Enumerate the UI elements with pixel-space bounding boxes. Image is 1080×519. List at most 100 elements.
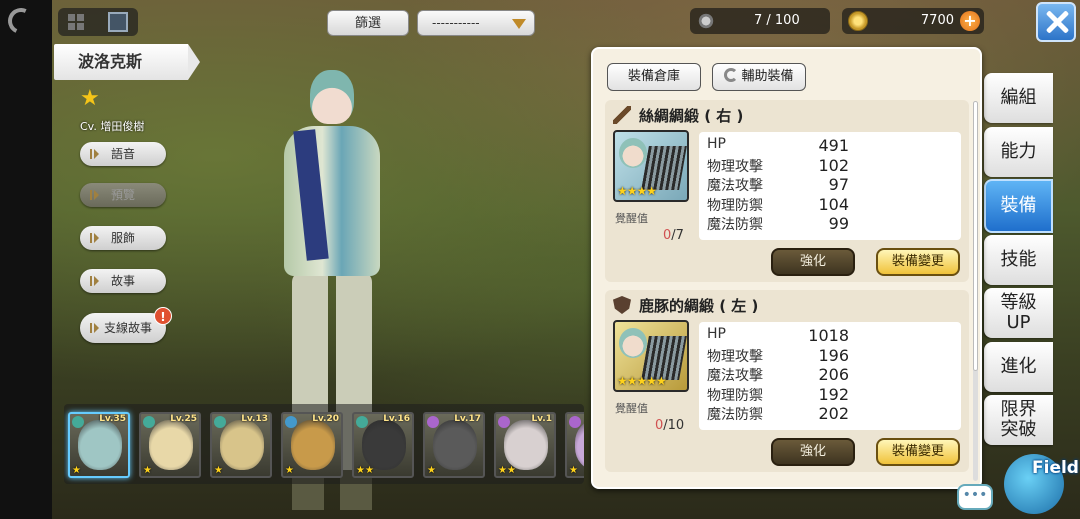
arrow-icon (90, 149, 99, 159)
rank-star-icon: ★ (80, 86, 100, 111)
stat-row: 魔法攻擊 206 (707, 365, 953, 385)
stat-value: 202 (818, 404, 849, 423)
stat-name: 魔法攻擊 (707, 178, 763, 194)
stats-table: HP 491 物理攻擊 102 魔法攻擊 97 物理防禦 104 魔法防禦 99 (699, 132, 961, 240)
arrow-icon (90, 190, 99, 200)
assist-equipment-button[interactable]: 輔助裝備 (712, 63, 806, 91)
scrollbar-thumb[interactable] (973, 101, 978, 371)
element-icon (143, 416, 155, 428)
level-label: Lv.17 (454, 414, 481, 424)
character-face (291, 420, 335, 470)
roster-card[interactable]: Lv.20 ★ (281, 412, 343, 478)
tab-equipment[interactable]: 裝備 (984, 179, 1053, 233)
stat-value: 104 (818, 194, 849, 214)
single-view-icon[interactable] (108, 12, 128, 32)
roster-card[interactable]: Lv.25 ★ (139, 412, 201, 478)
tab-evolve[interactable]: 進化 (984, 342, 1053, 392)
stat-row: 物理防禦 192 (707, 385, 953, 405)
roster-card[interactable]: Lv.1 ★★ (494, 412, 556, 478)
arrow-icon (90, 276, 99, 286)
refresh-icon (724, 68, 739, 82)
change-equipment-button[interactable]: 裝備變更 (876, 438, 960, 466)
equipment-item-icon[interactable]: ★★★★ (613, 130, 689, 202)
preview-button[interactable]: 預覽 (80, 183, 166, 207)
alert-badge: ! (154, 307, 172, 325)
filter-button[interactable]: 篩選 (327, 10, 409, 36)
rarity-stars: ★★★★ (617, 184, 657, 198)
voice-actor-label: Cv. 增田俊樹 (80, 120, 145, 133)
arrow-icon (90, 233, 99, 243)
roster-card[interactable]: ★ (565, 412, 584, 478)
preview-button-label: 預覽 (110, 188, 135, 202)
level-label: Lv.16 (383, 414, 410, 424)
stat-name: 物理防禦 (707, 197, 763, 214)
filter-dropdown-value: ----------- (432, 16, 480, 30)
equipment-item-icon[interactable]: ★★★★★ (613, 320, 689, 392)
costume-button[interactable]: 服飾 (80, 226, 166, 250)
view-toggle (58, 8, 138, 36)
roster-card[interactable]: Lv.35 ★ (68, 412, 130, 478)
roster-card[interactable]: Lv.16 ★★ (352, 412, 414, 478)
equipment-warehouse-button[interactable]: 裝備倉庫 (607, 63, 701, 91)
tab-limit-break[interactable]: 限界 突破 (984, 395, 1053, 445)
rarity-stars: ★★ (498, 465, 516, 476)
character-roster[interactable]: Lv.35 ★ Lv.25 ★ Lv.13 ★ Lv.20 ★ Lv.16 ★★ (64, 404, 584, 484)
left-system-bar (0, 0, 52, 519)
field-button[interactable]: Field (1002, 448, 1080, 519)
equipment-slot-right: 絲綢綢緞 ( 右 ) ★★★★ 覺醒值 0/7 HP 491 物理攻擊 102 魔法… (605, 100, 969, 282)
stat-value: 491 (818, 136, 849, 155)
equipment-name: 絲綢綢緞 ( 右 ) (639, 107, 744, 125)
awaken-max: /7 (671, 228, 684, 243)
sword-icon (613, 106, 631, 124)
element-icon (569, 416, 581, 428)
upgrade-button[interactable]: 強化 (771, 438, 855, 466)
scrollbar[interactable] (973, 101, 978, 481)
character-face (504, 420, 548, 470)
upgrade-button[interactable]: 強化 (771, 248, 855, 276)
story-button[interactable]: 故事 (80, 269, 166, 293)
stat-name: HP (707, 326, 726, 342)
change-equipment-button[interactable]: 裝備變更 (876, 248, 960, 276)
character-portrait-icon (619, 328, 647, 358)
rarity-stars: ★ (143, 465, 152, 476)
stamina-icon (696, 11, 716, 31)
chat-icon[interactable]: ••• (957, 484, 993, 510)
filter-dropdown[interactable]: ----------- (417, 10, 535, 36)
tab-skill[interactable]: 技能 (984, 235, 1053, 285)
character-portrait-icon (619, 138, 647, 168)
back-icon[interactable] (4, 4, 38, 38)
close-icon[interactable] (1036, 2, 1076, 42)
stat-row: HP 1018 (707, 326, 953, 346)
character-head (310, 70, 354, 124)
character-face (149, 420, 193, 470)
story-button-label: 故事 (110, 274, 135, 288)
stat-row: HP 491 (707, 136, 953, 156)
element-icon (72, 416, 84, 428)
character-face (433, 420, 477, 470)
tab-ability[interactable]: 能力 (984, 127, 1053, 177)
rarity-stars: ★★ (356, 465, 374, 476)
stat-name: 魔法防禦 (707, 217, 763, 233)
stamina-counter: 7 / 100 (690, 8, 830, 34)
roster-card[interactable]: Lv.17 ★ (423, 412, 485, 478)
awaken-max: /10 (663, 418, 685, 433)
stat-row: 物理攻擊 196 (707, 346, 953, 366)
tab-level-up[interactable]: 等級 UP (984, 288, 1053, 338)
stats-table: HP 1018 物理攻擊 196 魔法攻擊 206 物理防禦 192 魔法防禦 202 (699, 322, 961, 430)
level-label: Lv.25 (170, 414, 197, 424)
rarity-stars: ★ (285, 465, 294, 476)
element-icon (285, 416, 297, 428)
voice-button[interactable]: 語音 (80, 142, 166, 166)
character-face (220, 420, 264, 470)
rarity-stars: ★★★★★ (617, 374, 667, 388)
element-icon (214, 416, 226, 428)
gold-counter: 7700 + (842, 8, 984, 34)
roster-card[interactable]: Lv.13 ★ (210, 412, 272, 478)
chevron-down-icon (512, 19, 526, 29)
add-gold-button[interactable]: + (960, 11, 980, 31)
side-story-button[interactable]: 支線故事 ! (80, 307, 172, 343)
grid-view-icon[interactable] (68, 14, 84, 30)
rarity-stars: ★ (72, 465, 81, 476)
element-icon (356, 416, 368, 428)
tab-formation[interactable]: 編組 (984, 73, 1053, 123)
